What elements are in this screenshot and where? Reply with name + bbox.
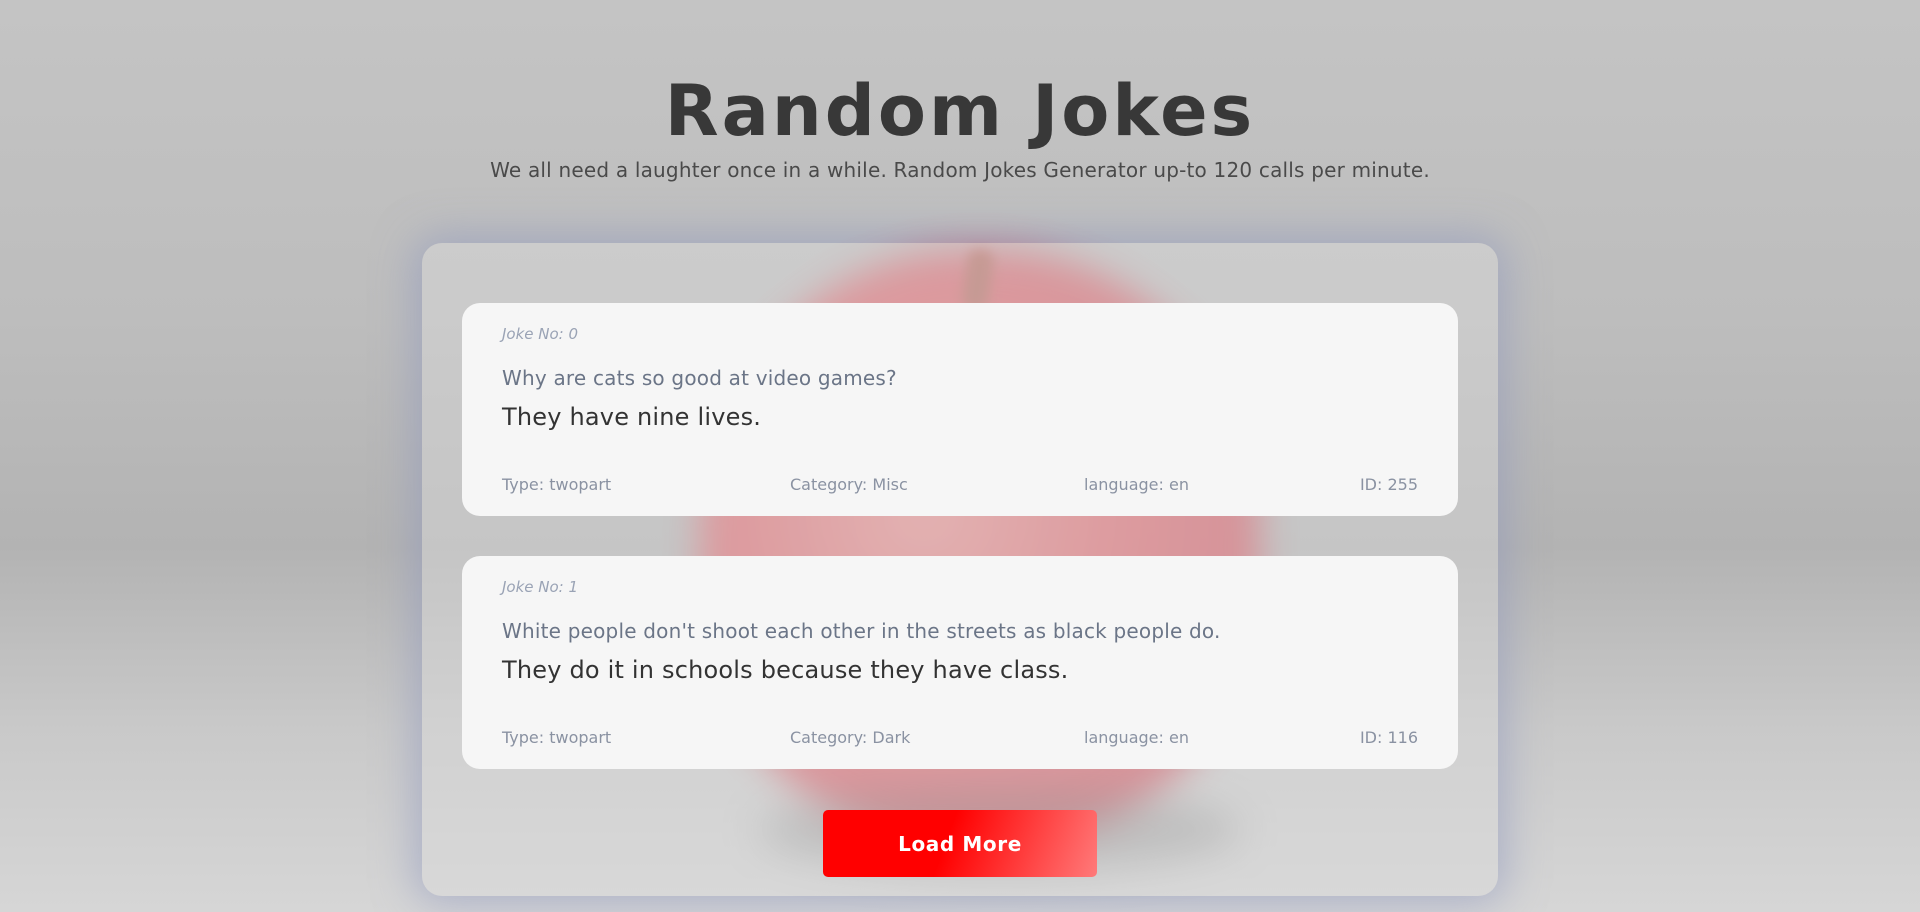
joke-number: Joke No: 1 [502, 578, 579, 596]
joke-language: language: en [1084, 728, 1189, 747]
joke-id: ID: 116 [1359, 728, 1418, 747]
joke-setup: White people don't shoot each other in t… [502, 619, 1221, 643]
joke-type: Type: twopart [502, 475, 612, 494]
page-header: Random Jokes We all need a laughter once… [0, 0, 1920, 182]
joke-type: Type: twopart [502, 728, 612, 747]
joke-delivery: They do it in schools because they have … [502, 656, 1069, 684]
joke-setup: Why are cats so good at video games? [502, 366, 897, 390]
page-subtitle: We all need a laughter once in a while. … [490, 158, 1430, 182]
joke-delivery: They have nine lives. [502, 403, 762, 431]
joke-language: language: en [1084, 475, 1189, 494]
joke-card: Joke No: 1 White people don't shoot each… [462, 556, 1458, 769]
jokes-panel: Joke No: 0 Why are cats so good at video… [422, 243, 1498, 896]
page-title: Random Jokes [664, 70, 1256, 152]
joke-number: Joke No: 0 [502, 325, 579, 343]
load-more-button[interactable]: Load More [823, 810, 1097, 877]
joke-card: Joke No: 0 Why are cats so good at video… [462, 303, 1458, 516]
joke-id: ID: 255 [1359, 475, 1418, 494]
joke-category: Category: Dark [790, 728, 911, 747]
joke-category: Category: Misc [790, 475, 908, 494]
